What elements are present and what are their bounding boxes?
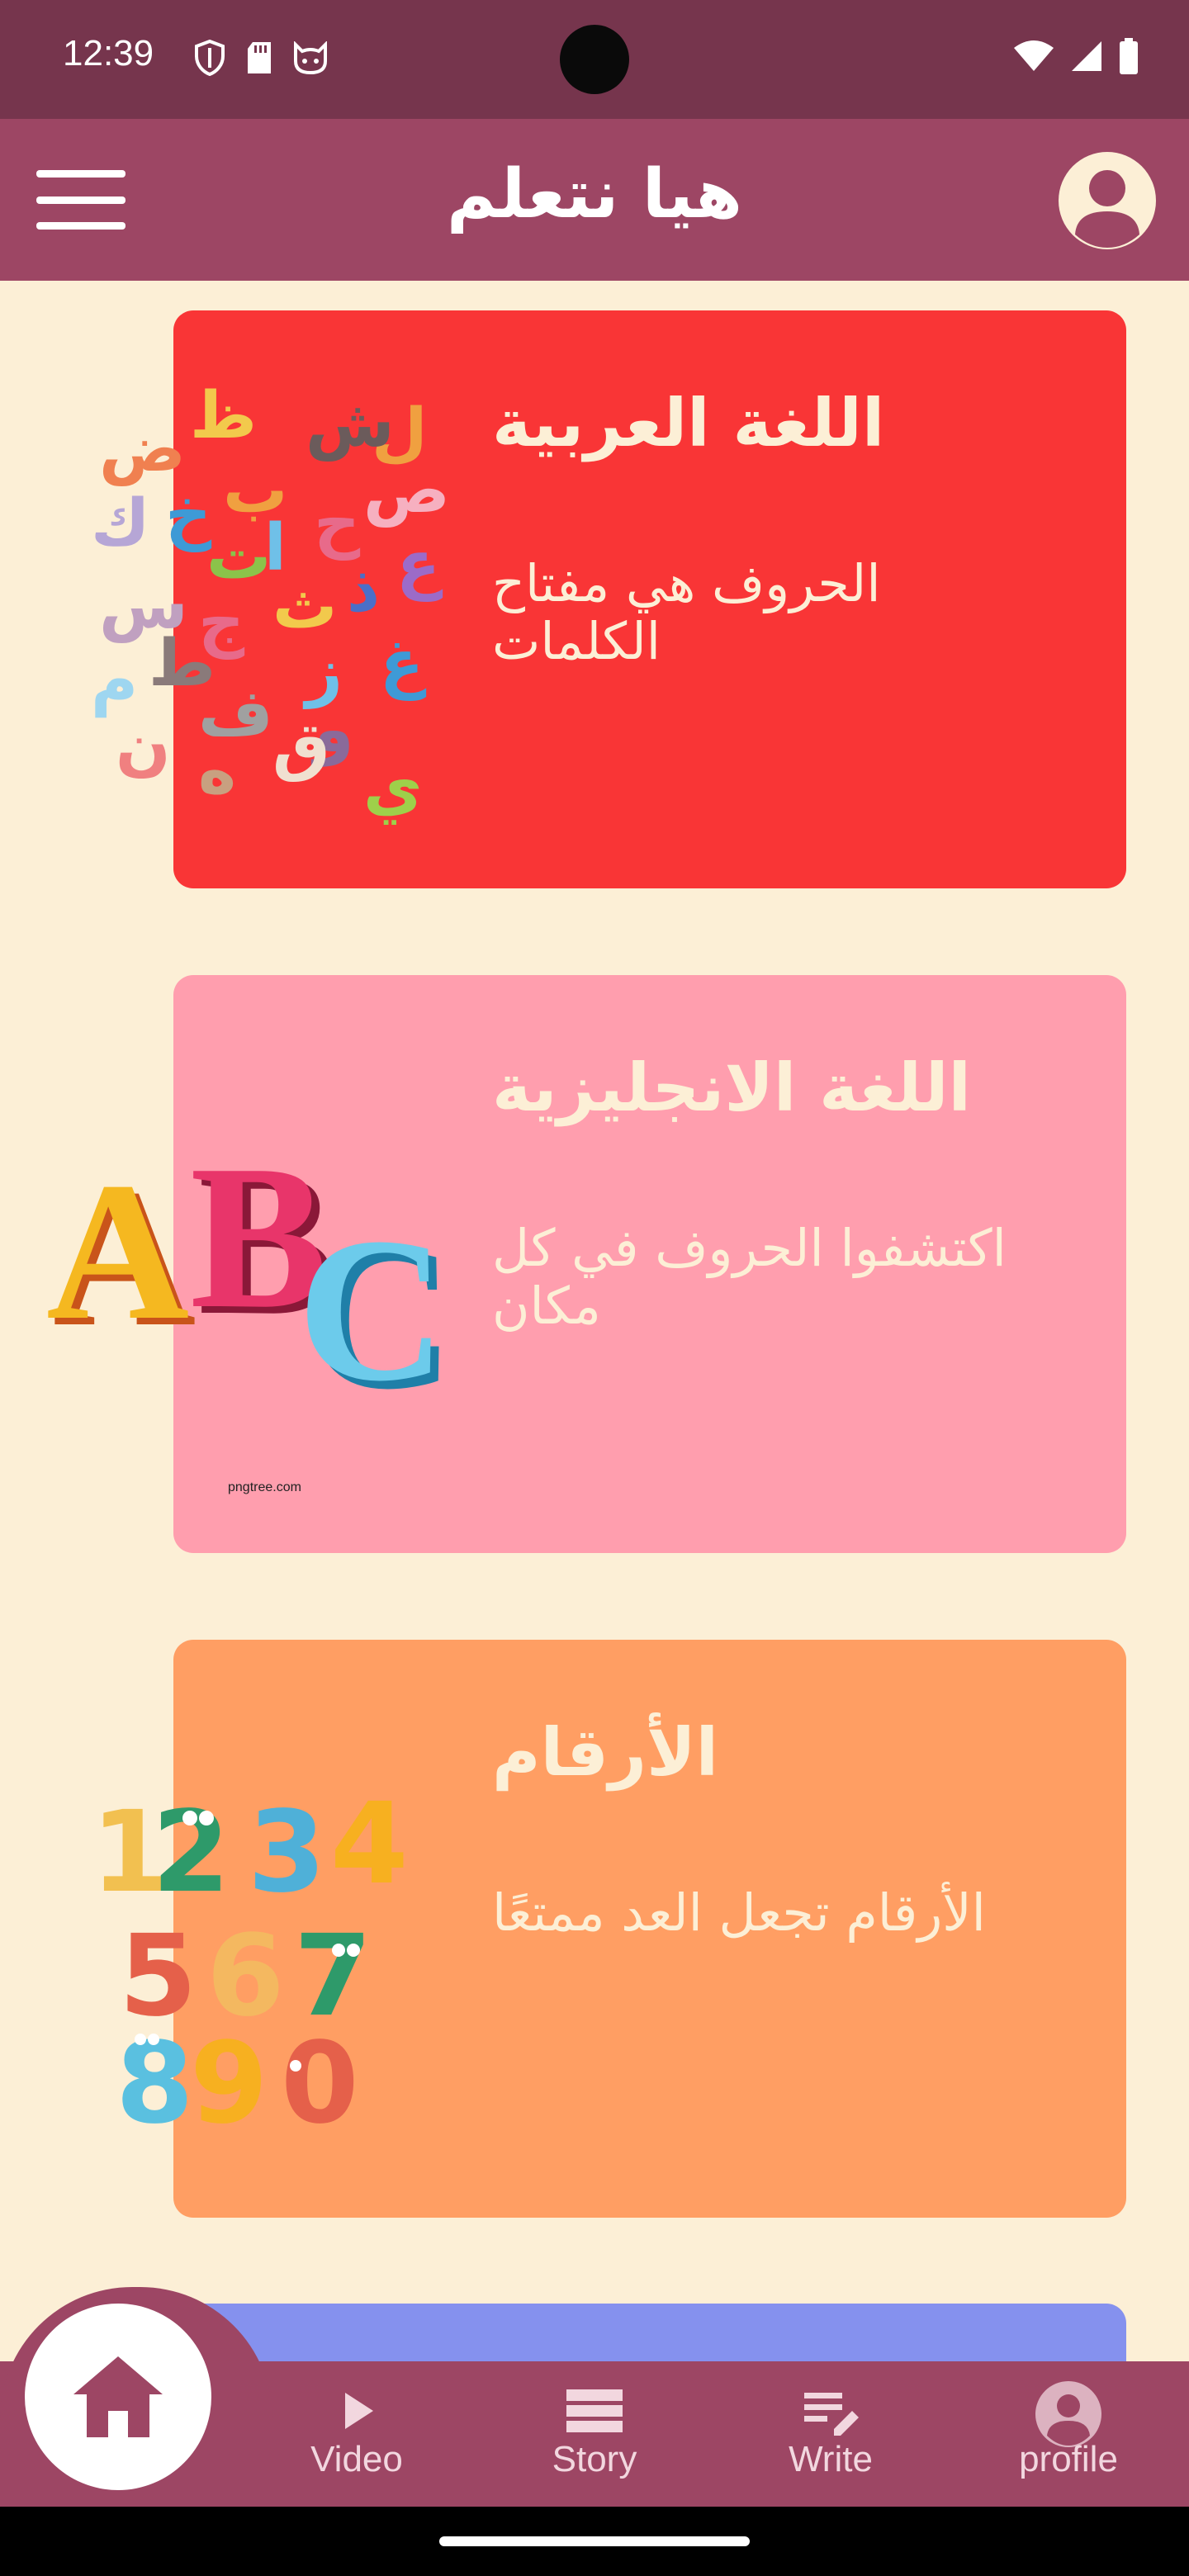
card-title: الأرقام (492, 1714, 719, 1791)
svg-text:ص: ص (363, 453, 450, 528)
shield-icon (193, 39, 226, 79)
svg-text:9: 9 (190, 2019, 268, 2138)
status-icons-right (1012, 38, 1139, 78)
svg-text:ح: ح (314, 486, 361, 561)
svg-text:ش: ش (306, 387, 395, 462)
card-description: اكتشفوا الحروف في كل مكان (492, 1218, 1007, 1336)
card-description: الأرقام تجعل العد ممتعًا (492, 1882, 986, 1943)
gesture-handle[interactable] (439, 2536, 750, 2546)
account-button[interactable] (1059, 152, 1156, 249)
card-title: اللغة الانجليزية (492, 1049, 971, 1126)
arabic-letters-illustration: ل ش ظ ض ص ح ب خ ك ا ت ع ذ ث س ج ط م ز غ … (91, 380, 450, 825)
nav-item-profile[interactable]: profile (986, 2381, 1151, 2480)
abc-illustration: A A B B C C (46, 1123, 455, 1412)
nav-label: profile (1019, 2439, 1118, 2479)
svg-text:3: 3 (248, 1788, 326, 1918)
svg-text:ت: ت (206, 519, 271, 594)
svg-text:C: C (297, 1196, 447, 1412)
card-title: اللغة العربية (492, 385, 885, 462)
status-bar: 12:39 (0, 0, 1189, 119)
svg-text:2: 2 (152, 1788, 230, 1918)
svg-text:0: 0 (281, 2019, 359, 2138)
svg-text:ض: ض (99, 412, 186, 486)
camera-cutout (560, 25, 629, 94)
svg-text:ع: ع (396, 528, 443, 602)
svg-text:ي: ي (363, 751, 423, 825)
nav-item-story[interactable]: Story (512, 2386, 677, 2480)
wifi-icon (1012, 40, 1055, 76)
card-description: الحروف هي مفتاح الكلمات (492, 553, 881, 671)
svg-text:ذ: ذ (347, 552, 380, 627)
nav-label: Story (552, 2439, 637, 2479)
numbers-illustration: 1 2 3 4 5 6 7 8 9 0 (91, 1779, 409, 2138)
watermark: pngtree.com (228, 1480, 301, 1494)
svg-text:A: A (46, 1141, 189, 1361)
nav-label: Video (310, 2439, 403, 2479)
svg-text:م: م (91, 643, 138, 717)
svg-text:ق: ق (272, 709, 330, 784)
svg-text:ث: ث (272, 569, 337, 643)
list-icon (566, 2389, 623, 2432)
home-button[interactable] (25, 2304, 211, 2490)
account-icon (1075, 170, 1139, 248)
svg-text:ظ: ظ (190, 380, 257, 453)
account-icon (1035, 2381, 1101, 2447)
nav-item-write[interactable]: Write (748, 2386, 913, 2480)
write-icon (804, 2393, 859, 2436)
app-bar: هيا نتعلم (0, 119, 1189, 281)
battery-icon (1118, 38, 1139, 78)
svg-text:خ: خ (165, 478, 212, 552)
signal-icon (1070, 40, 1103, 76)
svg-text:4: 4 (330, 1779, 409, 1910)
app-title: هيا نتعلم (447, 155, 742, 234)
play-icon (345, 2393, 373, 2429)
svg-text:ه: ه (198, 734, 236, 808)
cat-face-icon (292, 40, 329, 78)
home-icon (73, 2356, 163, 2437)
svg-text:ك: ك (91, 486, 150, 561)
status-time: 12:39 (63, 33, 154, 73)
nav-label: Write (789, 2439, 873, 2479)
svg-text:ن: ن (116, 709, 171, 784)
svg-text:غ: غ (380, 627, 427, 701)
status-icons-left (193, 39, 329, 79)
nav-item-video[interactable]: Video (274, 2386, 439, 2480)
sd-card-icon (244, 40, 274, 78)
